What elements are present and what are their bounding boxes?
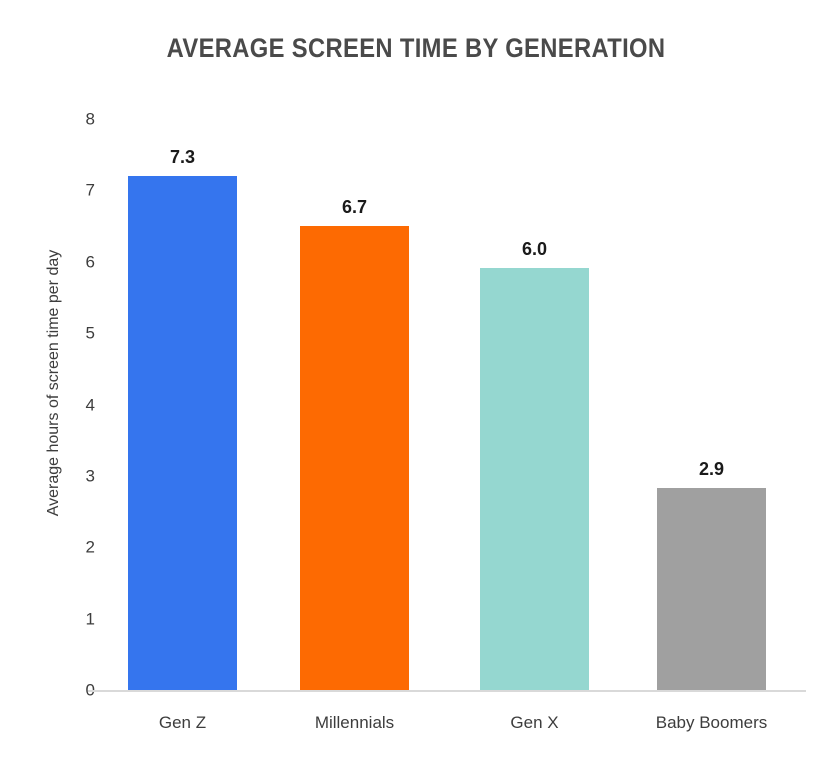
bar-gen-x[interactable] bbox=[480, 268, 589, 690]
bar-baby-boomers[interactable] bbox=[657, 488, 766, 690]
y-axis-tick-4: 4 bbox=[85, 395, 95, 414]
y-axis-tick-6: 6 bbox=[85, 252, 95, 272]
bar-value-baby-boomers: 2.9 bbox=[698, 459, 725, 479]
bar-group-gen-z: 7.3 Gen Z bbox=[128, 148, 237, 731]
plot-area: 012345678 7.3Gen Z6.7Millennials6.0Gen X… bbox=[86, 111, 806, 732]
x-axis-label-gen-z: Gen Z bbox=[158, 713, 207, 732]
y-axis-title: Average hours of screen time per day bbox=[45, 249, 62, 517]
bar-value-gen-x: 6.0 bbox=[521, 239, 548, 259]
bar-gen-z[interactable] bbox=[128, 176, 237, 690]
y-axis-tick-5: 5 bbox=[85, 323, 95, 343]
bar-group-gen-x: 6.0 Gen X bbox=[480, 240, 589, 731]
chart-title: AVERAGE SCREEN TIME BY GENERATION bbox=[166, 33, 666, 63]
y-axis-tick-1: 1 bbox=[85, 609, 95, 629]
x-axis-label-baby-boomers: Baby Boomers bbox=[655, 713, 768, 732]
y-axis-tick-8: 8 bbox=[85, 109, 95, 129]
y-axis-tick-2: 2 bbox=[85, 537, 95, 557]
x-axis-label-millennials: Millennials bbox=[314, 713, 395, 732]
bar-value-millennials: 6.7 bbox=[341, 197, 368, 217]
x-axis-line bbox=[88, 690, 806, 692]
bar-value-gen-z: 7.3 bbox=[169, 147, 196, 167]
bar-group-millennials: 6.7 Millennials bbox=[300, 198, 409, 731]
x-axis-label-gen-x: Gen X bbox=[510, 713, 559, 732]
y-axis-tick-7: 7 bbox=[85, 180, 95, 200]
bar-chart: AVERAGE SCREEN TIME BY GENERATION Averag… bbox=[0, 0, 832, 774]
bar-group-baby-boomers: 2.9 Baby Boomers bbox=[656, 460, 768, 731]
bar-millennials[interactable] bbox=[300, 226, 409, 690]
y-axis-tick-3: 3 bbox=[85, 466, 95, 486]
